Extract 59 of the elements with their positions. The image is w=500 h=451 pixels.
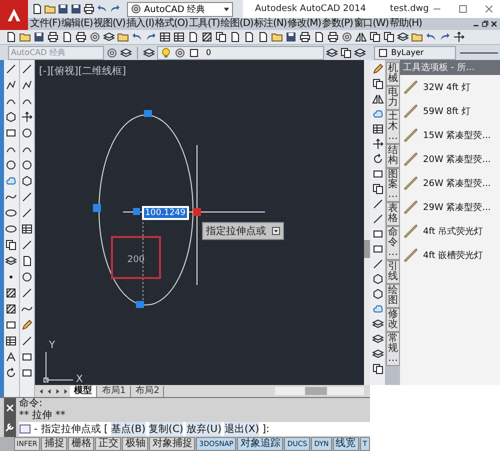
palette-title: 工具选项板 - 所... [400, 60, 500, 75]
status-toggle[interactable]: 线宽 [332, 437, 359, 451]
palette-item[interactable]: 26W 紧凑型荧... [400, 171, 500, 195]
command-input-field[interactable]: - 指定拉伸点或 [ 基点(B) 复制(C) 放弃(U) 退出(X) ]: [19, 422, 370, 436]
command-option[interactable]: 基点(B) [110, 422, 146, 436]
menu-item[interactable]: 文件(F) [30, 18, 62, 30]
status-toggle[interactable]: 栅格 [68, 437, 94, 451]
status-toggle[interactable]: 正交 [95, 437, 122, 451]
palette-tab[interactable]: 表格 [386, 202, 400, 226]
color-dropdown[interactable]: ByLayer [374, 46, 456, 60]
workspace-dropdown[interactable]: AutoCAD 经典 [127, 2, 233, 16]
dynamic-input-field[interactable]: 100.1249 [142, 206, 189, 220]
drawing-canvas[interactable]: [-][俯视][二维线框] 200 Y X 100.1249 指定拉伸点或 [35, 60, 370, 385]
palette-tab[interactable]: 常规… [386, 332, 400, 366]
menu-item[interactable]: 格式(O) [155, 18, 189, 30]
dimension-text: 200 [127, 255, 145, 265]
palette-tab[interactable]: 修改 [386, 308, 400, 332]
menu-item[interactable]: 参数(P) [322, 18, 354, 30]
palette-tab[interactable]: 绘图 [386, 284, 400, 308]
palette-item[interactable]: 59W 8ft 灯 [400, 99, 500, 123]
palette-tab[interactable]: 机械 [386, 62, 400, 86]
command-history-line: ** 拉伸 ** [19, 410, 66, 422]
command-option[interactable]: 放弃(U) [186, 422, 222, 436]
window-title: Autodesk AutoCAD 2014 [255, 4, 366, 14]
palette-tab[interactable]: 命令… [386, 226, 400, 260]
menu-item[interactable]: 编辑(E) [62, 18, 94, 30]
palette-item[interactable]: 4ft 吊式荧光灯 [400, 219, 500, 243]
palette-item[interactable]: 4ft 嵌槽荧光灯 [400, 243, 500, 267]
menu-item[interactable]: 标注(N) [254, 18, 288, 30]
menu-item[interactable]: 帮助(H) [390, 18, 423, 30]
tooltip-text: 指定拉伸点或 [206, 224, 266, 238]
menu-item[interactable]: 工具(T) [188, 18, 221, 30]
palette-tab[interactable]: 结构 [386, 144, 400, 168]
status-toggle[interactable]: 极轴 [122, 437, 148, 451]
palette-tab[interactable]: 电力 [386, 86, 400, 110]
menu-item[interactable]: 绘图(D) [220, 18, 254, 30]
palette-tab[interactable]: 引线 [386, 260, 400, 284]
axis-label: X [76, 374, 83, 385]
axis-label: Y [49, 340, 56, 351]
palette-tab[interactable]: 土木… [386, 110, 400, 144]
command-option[interactable]: 退出(X) [224, 422, 260, 436]
menu-item[interactable]: 插入(I) [126, 18, 156, 30]
viewport-label[interactable]: [-][俯视][二维线框] [39, 64, 126, 78]
layer-dropdown[interactable]: 0 [157, 46, 324, 60]
menu-item[interactable]: 修改(M) [288, 18, 322, 30]
status-toggle[interactable]: 对象捕捉 [149, 437, 196, 451]
layout-tab[interactable]: 模型 [70, 386, 97, 396]
file-name: test.dwg [390, 4, 429, 14]
palette-item[interactable]: 32W 4ft 灯 [400, 75, 500, 99]
command-option[interactable]: 复制(C) [148, 422, 184, 436]
menu-item[interactable]: 窗口(W) [354, 18, 390, 30]
palette-item[interactable]: 20W 紧凑型荧... [400, 147, 500, 171]
menu-item[interactable]: 视图(V) [94, 18, 126, 30]
palette-tab[interactable]: 图案… [386, 168, 400, 202]
command-history-line: 命令: [19, 398, 44, 410]
status-toggle[interactable]: 捕捉 [41, 437, 68, 451]
palette-item[interactable]: 29W 紧凑型荧... [400, 195, 500, 219]
status-toggle[interactable]: 对象追踪 [237, 437, 284, 451]
palette-item[interactable]: 15W 紧凑型荧... [400, 123, 500, 147]
